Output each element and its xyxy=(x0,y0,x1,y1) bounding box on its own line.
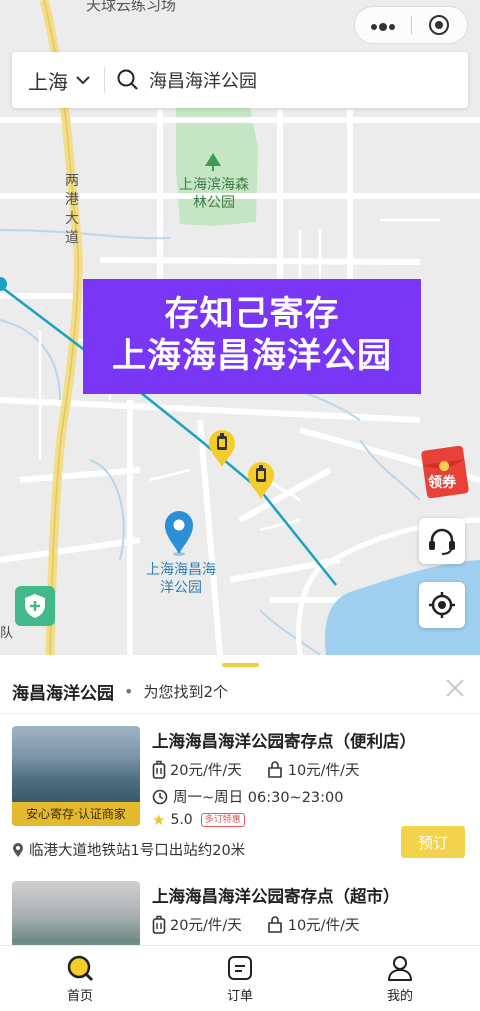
tab-orders-label: 订单 xyxy=(226,989,253,1004)
coupon-label: 领券 xyxy=(428,475,456,491)
opening-hours: 周一~周日 06:30~23:00 xyxy=(173,790,344,806)
store-name: 上海海昌海洋公园寄存点（超市） xyxy=(152,887,400,906)
luggage-marker-1[interactable] xyxy=(207,428,237,468)
search-divider xyxy=(104,67,105,93)
large-luggage-icon xyxy=(152,760,166,780)
location-text: 临港大道地铁站1号口出站约20米 xyxy=(29,843,246,859)
close-icon[interactable] xyxy=(444,677,466,699)
crosshair-icon xyxy=(429,592,455,618)
results-sheet: 海昌海洋公园 • 为您找到2个 安心寄存·认证商家 上海海昌海洋公园寄存点（便利… xyxy=(0,655,480,945)
profile-icon xyxy=(388,956,412,981)
results-dot: • xyxy=(124,681,134,701)
certified-badge: 安心寄存·认证商家 xyxy=(12,802,140,826)
store-card[interactable]: 安心寄存·认证商家 上海海昌海洋公园寄存点（便利店） 20元/件/天 10元/件… xyxy=(0,726,480,866)
shield-plus-icon xyxy=(25,594,45,618)
search-icon xyxy=(117,69,139,91)
city-label: 上海 xyxy=(28,69,68,94)
safety-shield-button[interactable] xyxy=(15,586,55,626)
banner-line-1: 存知己寄存 xyxy=(164,294,340,334)
map-label-park: 上海滨海森林公园 xyxy=(179,177,249,211)
search-input[interactable]: 海昌海洋公园 xyxy=(149,67,257,93)
map-label-poi: 上海海昌海洋公园 xyxy=(146,562,216,596)
price-large: 20元/件/天 xyxy=(170,763,242,779)
metro-station-icon xyxy=(0,277,7,291)
results-header: 海昌海洋公园 • 为您找到2个 xyxy=(0,669,480,713)
search-bar: 上海 海昌海洋公园 xyxy=(12,52,468,108)
chevron-down-icon xyxy=(76,75,90,84)
map-view[interactable]: 天球云练习场 两港大道 上海滨海森林公园 上海 海昌海洋公园 存知己寄存 上海海… xyxy=(0,0,480,655)
store-card[interactable]: 上海海昌海洋公园寄存点（超市） 20元/件/天 10元/件/天 xyxy=(0,881,480,945)
map-label-left-edge: 队 xyxy=(0,626,14,641)
tab-home[interactable]: 首页 xyxy=(0,946,160,1011)
star-icon: ★ xyxy=(152,811,166,829)
hours-row: 周一~周日 06:30~23:00 xyxy=(152,786,343,807)
more-dots-icon xyxy=(370,22,395,31)
discount-tag: 多订特惠 xyxy=(200,813,245,827)
rating-row: ★ 5.0 多订特惠 xyxy=(152,811,245,829)
coupon-button[interactable]: 领券 xyxy=(420,444,470,500)
small-bag-icon xyxy=(266,760,284,779)
tab-profile-label: 我的 xyxy=(386,989,413,1004)
location-pin-icon[interactable] xyxy=(164,510,194,556)
store-photo xyxy=(12,881,140,945)
header-divider xyxy=(0,713,480,714)
tab-profile[interactable]: 我的 xyxy=(320,946,480,1011)
store-photo: 安心寄存·认证商家 xyxy=(12,726,140,826)
locate-me-button[interactable] xyxy=(419,582,465,628)
miniprogram-capsule xyxy=(354,6,468,44)
rating-value: 5.0 xyxy=(170,812,193,828)
target-close-icon xyxy=(429,15,450,35)
map-label-top: 天球云练习场 xyxy=(86,0,177,14)
clock-icon xyxy=(152,789,168,805)
tab-home-label: 首页 xyxy=(66,989,93,1004)
close-miniprogram-button[interactable] xyxy=(412,14,468,36)
map-label-road: 两港大道 xyxy=(65,173,79,246)
park-tree-icon xyxy=(205,153,221,171)
book-button[interactable]: 预订 xyxy=(401,826,465,858)
price-row: 20元/件/天 10元/件/天 xyxy=(152,759,359,780)
luggage-marker-2[interactable] xyxy=(246,460,276,500)
tab-orders[interactable]: 订单 xyxy=(160,946,320,1011)
small-bag-icon xyxy=(266,915,284,934)
price-large: 20元/件/天 xyxy=(170,918,242,934)
price-small: 10元/件/天 xyxy=(287,918,360,934)
search-home-icon xyxy=(67,955,94,982)
map-marker-icon xyxy=(12,842,24,858)
banner-line-2: 上海海昌海洋公园 xyxy=(112,336,392,376)
sheet-drag-handle[interactable] xyxy=(222,663,259,667)
results-title: 海昌海洋公园 xyxy=(12,683,114,704)
headset-icon xyxy=(429,528,455,555)
promo-banner: 存知己寄存 上海海昌海洋公园 xyxy=(83,279,421,394)
order-icon xyxy=(228,956,252,980)
more-button[interactable] xyxy=(355,16,411,35)
store-name: 上海海昌海洋公园寄存点（便利店） xyxy=(152,732,416,751)
large-luggage-icon xyxy=(152,915,166,935)
city-selector[interactable]: 上海 xyxy=(12,66,90,95)
customer-service-button[interactable] xyxy=(419,518,465,564)
price-row: 20元/件/天 10元/件/天 xyxy=(152,914,359,935)
bottom-tab-bar: 首页 订单 我的 xyxy=(0,945,480,1011)
location-row: 临港大道地铁站1号口出站约20米 xyxy=(12,839,245,860)
results-count: 为您找到2个 xyxy=(143,682,228,701)
price-small: 10元/件/天 xyxy=(287,763,360,779)
